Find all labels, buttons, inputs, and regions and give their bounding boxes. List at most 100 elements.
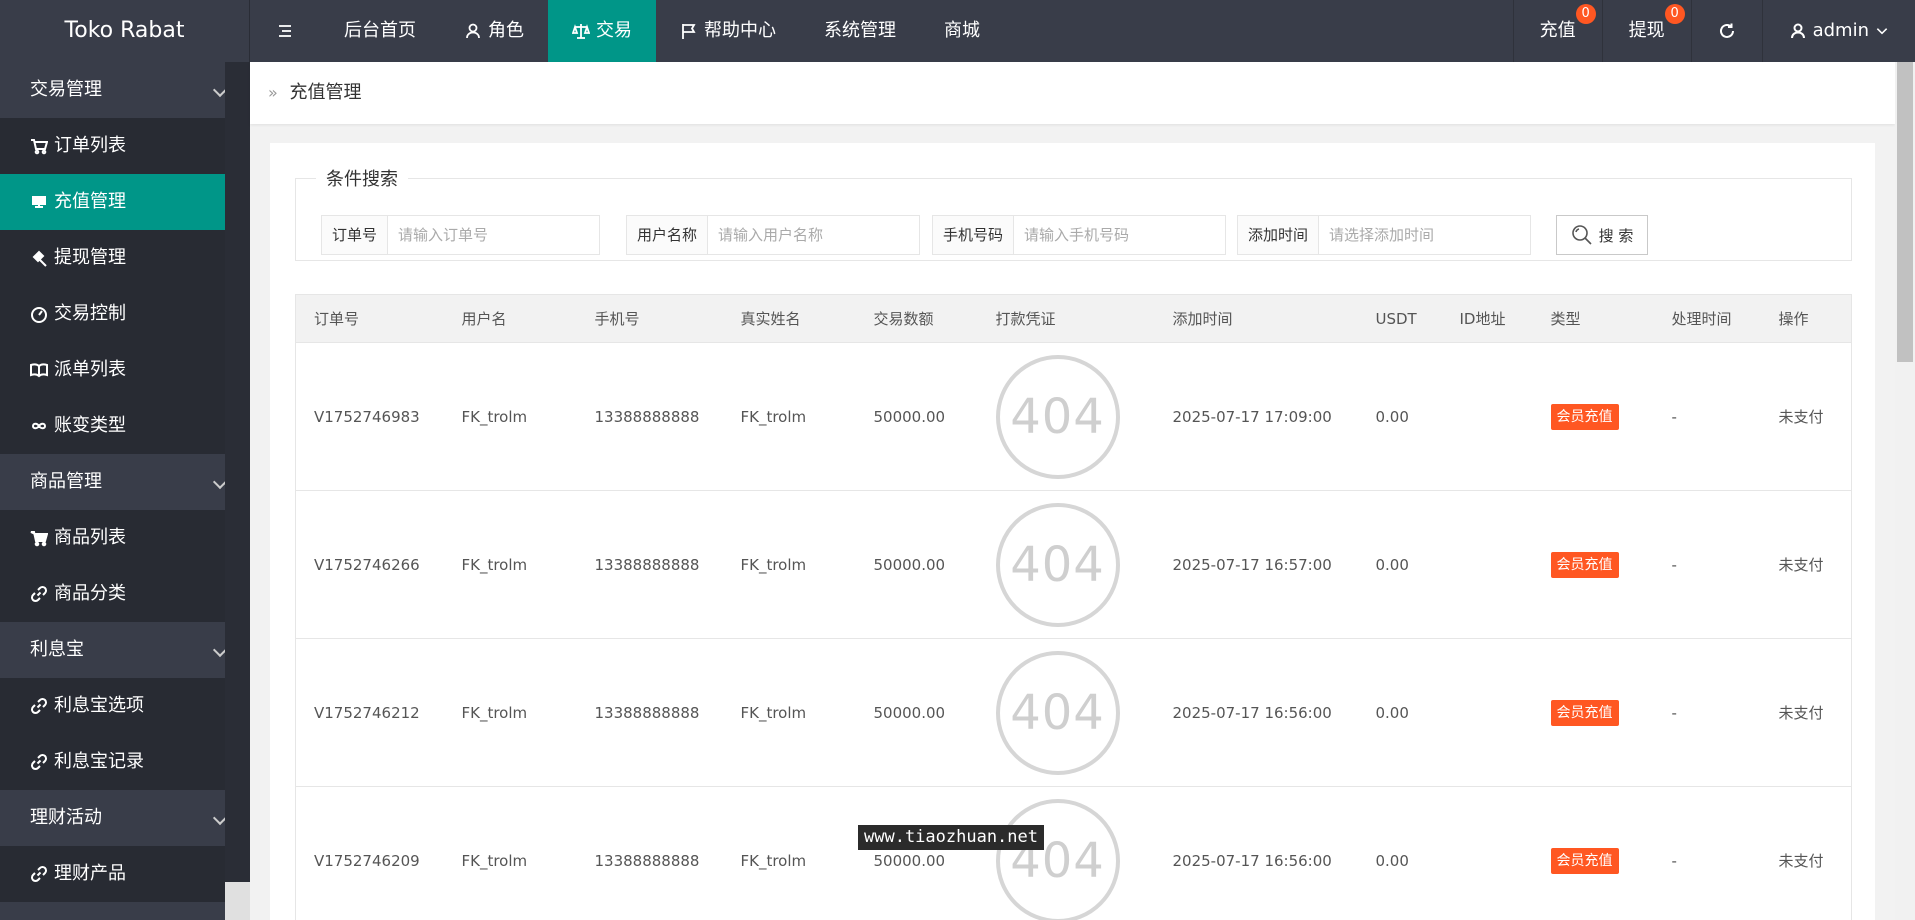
cell-voucher: 404 — [977, 638, 1155, 787]
cell-amount: 50000.00 — [855, 786, 978, 920]
breadcrumb-current: 充值管理 — [289, 82, 362, 103]
sidebar-item-label: 交易控制 — [54, 303, 126, 324]
search-button[interactable]: 搜 索 — [1556, 215, 1648, 255]
sidebar-scrollbar[interactable] — [225, 62, 250, 920]
sidebar-item-interest-records[interactable]: 利息宝记录 — [0, 734, 225, 790]
cell-phone: 13388888888 — [576, 638, 723, 787]
recharge-table: 订单号 用户名 手机号 真实姓名 交易数额 打款凭证 添加时间 USDT ID地… — [295, 294, 1852, 920]
app-logo[interactable]: Toko Rabat — [0, 0, 250, 62]
nav-trade-label: 交易 — [596, 20, 632, 41]
main-scrollbar-thumb[interactable] — [1897, 62, 1913, 362]
sidebar-item-label: 商品列表 — [54, 527, 126, 548]
sidebar-item-label: 商品分类 — [54, 583, 126, 604]
col-phone: 手机号 — [576, 294, 723, 343]
order-field: 订单号 — [321, 215, 600, 255]
recharge-nav[interactable]: 充值 0 — [1512, 0, 1602, 62]
sidebar-item-withdraw[interactable]: 提现管理 — [0, 230, 225, 286]
username-field: 用户名称 — [626, 215, 920, 255]
cell-handled: - — [1653, 342, 1761, 491]
cell-status: 未支付 — [1760, 342, 1852, 491]
sidebar-item-orders[interactable]: 订单列表 — [0, 118, 225, 174]
col-usdt: USDT — [1357, 294, 1442, 343]
cell-handled: - — [1653, 490, 1761, 639]
nav-role[interactable]: 角色 — [440, 0, 548, 62]
cell-order: V1752746983 — [295, 342, 444, 491]
infinity-icon — [31, 422, 47, 430]
double-chevron-icon: » — [268, 83, 278, 102]
username-input[interactable] — [708, 216, 919, 254]
sidebar: 交易管理 订单列表 充值管理 提现管理 交易控制 派单列表 账变类型 商品管理 … — [0, 62, 225, 920]
chevron-down-icon — [212, 82, 225, 98]
chevron-down-icon — [212, 642, 225, 658]
hamburger-icon — [279, 25, 291, 37]
search-panel: 条件搜索 订单号 用户名称 手机号码 添加时间 搜 索 — [295, 165, 1852, 261]
user-menu[interactable]: admin — [1761, 0, 1915, 62]
addtime-input[interactable] — [1319, 216, 1530, 254]
sidebar-item-goods-list[interactable]: 商品列表 — [0, 510, 225, 566]
sidebar-item-label: 充值管理 — [54, 191, 126, 212]
menu-toggle-button[interactable] — [250, 0, 320, 62]
watermark: www.tiaozhuan.net — [858, 825, 1044, 850]
sidebar-item-label: 理财产品 — [54, 863, 126, 884]
user-icon — [1790, 23, 1805, 39]
voucher-image[interactable]: 404 — [995, 798, 1120, 920]
cell-voucher: 404 — [977, 786, 1155, 920]
flag-icon — [682, 24, 696, 39]
nav-system[interactable]: 系统管理 — [800, 0, 920, 62]
sidebar-item-recharge[interactable]: 充值管理 — [0, 174, 225, 230]
cell-status: 未支付 — [1760, 786, 1852, 920]
refresh-icon — [1719, 23, 1734, 38]
cell-time: 2025-07-17 17:09:00 — [1154, 342, 1358, 491]
top-nav: 后台首页 角色 交易 帮助中心 系统管理 商城 — [250, 0, 1004, 62]
sidebar-group-interest[interactable]: 利息宝 — [0, 622, 225, 678]
sidebar-item-interest-options[interactable]: 利息宝选项 — [0, 678, 225, 734]
nav-home-label: 后台首页 — [344, 20, 416, 41]
cell-type: 会员充值 — [1532, 638, 1654, 787]
sidebar-group-finance[interactable]: 理财活动 — [0, 790, 225, 846]
user-icon — [466, 23, 480, 39]
nav-shop-label: 商城 — [944, 20, 980, 41]
gavel-icon — [32, 250, 47, 267]
cell-type: 会员充值 — [1532, 342, 1654, 491]
table-header-row: 订单号 用户名 手机号 真实姓名 交易数额 打款凭证 添加时间 USDT ID地… — [295, 294, 1852, 343]
table-row: V1752746983 FK_trolm 13388888888 FK_trol… — [295, 342, 1852, 491]
nav-help[interactable]: 帮助中心 — [656, 0, 800, 62]
cell-phone: 13388888888 — [576, 490, 723, 639]
cell-usdt: 0.00 — [1357, 342, 1442, 491]
sidebar-scrollbar-thumb[interactable] — [225, 62, 250, 882]
addtime-field: 添加时间 — [1237, 215, 1531, 255]
sidebar-group-label: 交易管理 — [30, 79, 102, 100]
sidebar-item-finance-products[interactable]: 理财产品 — [0, 846, 225, 902]
phone-input[interactable] — [1014, 216, 1225, 254]
cell-time: 2025-07-17 16:57:00 — [1154, 490, 1358, 639]
cell-usdt: 0.00 — [1357, 490, 1442, 639]
voucher-image[interactable]: 404 — [995, 502, 1120, 627]
cell-time: 2025-07-17 16:56:00 — [1154, 638, 1358, 787]
sidebar-group-goods[interactable]: 商品管理 — [0, 454, 225, 510]
refresh-button[interactable] — [1690, 0, 1762, 62]
cell-addr — [1441, 786, 1533, 920]
cell-addr — [1441, 638, 1533, 787]
cart-icon — [30, 531, 48, 547]
sidebar-item-label: 提现管理 — [54, 247, 126, 268]
type-badge: 会员充值 — [1550, 699, 1619, 726]
voucher-image[interactable]: 404 — [995, 650, 1120, 775]
sidebar-item-goods-category[interactable]: 商品分类 — [0, 566, 225, 622]
sidebar-item-change-type[interactable]: 账变类型 — [0, 398, 225, 454]
nav-home[interactable]: 后台首页 — [320, 0, 440, 62]
top-header: Toko Rabat 后台首页 角色 交易 帮助中心 系统管理 商城 充值 0 … — [0, 0, 1915, 62]
sidebar-item-trade-control[interactable]: 交易控制 — [0, 286, 225, 342]
main-scrollbar[interactable] — [1895, 62, 1915, 920]
user-name: admin — [1812, 20, 1869, 41]
col-time: 添加时间 — [1154, 294, 1358, 343]
cell-realname: FK_trolm — [722, 786, 856, 920]
sidebar-group-trade[interactable]: 交易管理 — [0, 62, 225, 118]
nav-trade[interactable]: 交易 — [548, 0, 656, 62]
order-input[interactable] — [388, 216, 599, 254]
nav-shop[interactable]: 商城 — [920, 0, 1004, 62]
voucher-image[interactable]: 404 — [995, 354, 1120, 479]
withdraw-nav[interactable]: 提现 0 — [1601, 0, 1691, 62]
cell-handled: - — [1653, 786, 1761, 920]
sidebar-item-dispatch[interactable]: 派单列表 — [0, 342, 225, 398]
col-voucher: 打款凭证 — [977, 294, 1155, 343]
